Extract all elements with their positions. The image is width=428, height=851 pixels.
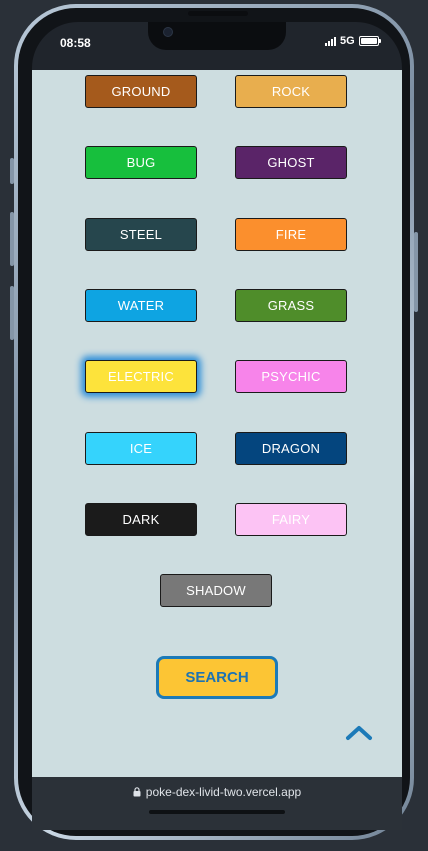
home-indicator — [149, 810, 285, 814]
type-button-bug[interactable]: BUG — [85, 146, 197, 179]
type-button-dark[interactable]: DARK — [85, 503, 197, 536]
status-time: 08:58 — [60, 36, 91, 50]
speaker — [188, 11, 248, 16]
type-filter-panel: GROUND ROCK BUG GHOST STEEL FIRE WATER GRASS ELE… — [32, 70, 402, 777]
volume-up-button — [10, 212, 14, 266]
type-button-shadow[interactable]: SHADOW — [160, 574, 272, 607]
type-button-fire[interactable]: FIRE — [235, 218, 347, 251]
browser-url-bar[interactable]: poke-dex-livid-two.vercel.app — [32, 777, 402, 830]
type-button-ground[interactable]: GROUND — [85, 75, 197, 108]
type-button-dragon[interactable]: DRAGON — [235, 432, 347, 465]
mute-switch — [10, 158, 14, 184]
chevron-up-icon[interactable] — [344, 722, 374, 742]
lock-icon — [133, 787, 141, 797]
power-button — [414, 232, 418, 312]
network-label: 5G — [340, 35, 355, 47]
type-button-ice[interactable]: ICE — [85, 432, 197, 465]
type-button-grass[interactable]: GRASS — [235, 289, 347, 322]
type-button-electric[interactable]: ELECTRIC — [85, 360, 197, 393]
type-button-psychic[interactable]: PSYCHIC — [235, 360, 347, 393]
volume-down-button — [10, 286, 14, 340]
signal-icon — [325, 36, 336, 46]
type-button-ghost[interactable]: GHOST — [235, 146, 347, 179]
type-button-fairy[interactable]: FAIRY — [235, 503, 347, 536]
battery-icon — [358, 36, 381, 46]
status-indicators: 5G — [325, 35, 381, 47]
search-button[interactable]: SEARCH — [156, 656, 278, 699]
type-button-water[interactable]: WATER — [85, 289, 197, 322]
type-button-rock[interactable]: ROCK — [235, 75, 347, 108]
front-camera — [163, 27, 173, 37]
url-display[interactable]: poke-dex-livid-two.vercel.app — [32, 785, 402, 799]
type-button-steel[interactable]: STEEL — [85, 218, 197, 251]
url-text: poke-dex-livid-two.vercel.app — [145, 785, 302, 799]
